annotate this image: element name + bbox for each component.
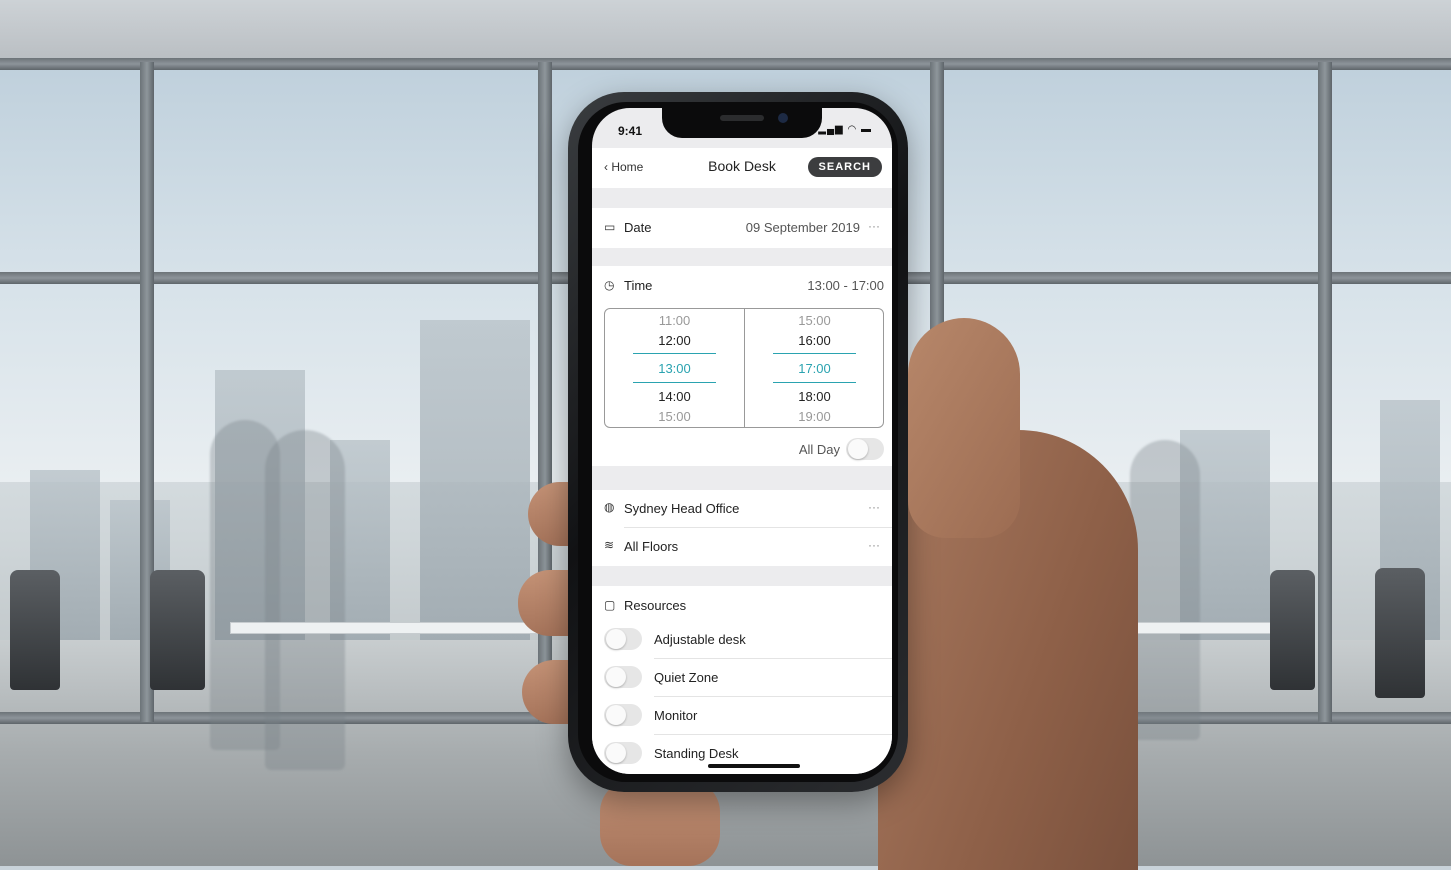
standing-desk-toggle[interactable] [604,742,642,764]
time-picker[interactable]: 11:00 12:00 13:00 14:00 15:00 15:00 16:0… [604,308,884,428]
picker-value[interactable]: 15:00 [745,313,884,328]
adjustable-desk-toggle[interactable] [604,628,642,650]
selection-line [633,353,716,354]
office-chair [1375,568,1425,698]
all-day-toggle[interactable] [846,438,884,460]
selection-line [773,382,856,383]
resources-section: ▢ Resources Adjustable desk Quiet Zone M… [592,586,892,774]
search-button[interactable]: SEARCH [807,157,882,177]
resource-label: Standing Desk [654,746,739,761]
ceiling [0,0,1451,62]
picker-value[interactable]: 11:00 [605,313,744,328]
end-time-column[interactable]: 15:00 16:00 17:00 18:00 19:00 [744,309,884,427]
time-value: 13:00 - 17:00 [807,278,884,293]
quiet-zone-toggle[interactable] [604,666,642,688]
resource-label: Quiet Zone [654,670,719,685]
picker-value[interactable]: 18:00 [745,389,884,404]
home-indicator [708,764,800,768]
resource-label: Adjustable desk [654,632,746,647]
office-chair [1270,570,1315,690]
selection-line [633,382,716,383]
more-icon[interactable]: ··· [868,538,880,552]
finger [600,780,720,866]
window-frame [1318,62,1332,722]
picker-value-selected[interactable]: 17:00 [745,361,884,376]
office-label: Sydney Head Office [624,501,740,516]
divider [624,527,892,528]
phone-screen: 9:41 ▂▄▆ ◠ ▬ ‹ Home Book Desk SEARCH ▭ D… [592,108,892,774]
selection-line [773,353,856,354]
picker-value[interactable]: 15:00 [605,409,744,424]
monitor-toggle[interactable] [604,704,642,726]
nav-bar: ‹ Home Book Desk SEARCH [592,148,892,188]
blurred-person [1130,440,1200,740]
blurred-person [265,430,345,770]
picker-value-selected[interactable]: 13:00 [605,361,744,376]
all-day-row: All Day [592,434,892,466]
picker-value[interactable]: 16:00 [745,333,884,348]
cube-icon: ▢ [604,598,616,612]
calendar-icon: ▭ [604,220,616,234]
picker-value[interactable]: 19:00 [745,409,884,424]
clock-icon: ◷ [604,278,615,292]
office-chair [150,570,205,690]
office-desk [230,622,562,634]
office-chair [10,570,60,690]
location-section: ◍ Sydney Head Office ··· ≋ All Floors ··… [592,490,892,566]
time-label: Time [624,278,653,293]
picker-value[interactable]: 12:00 [605,333,744,348]
picker-value[interactable]: 14:00 [605,389,744,404]
camera [778,113,788,123]
start-time-column[interactable]: 11:00 12:00 13:00 14:00 15:00 [605,309,744,427]
more-icon[interactable]: ··· [868,500,880,514]
notch [662,108,822,138]
globe-icon: ◍ [604,500,615,514]
thumb [908,318,1020,538]
speaker [720,115,764,121]
resource-label: Monitor [654,708,698,723]
divider [654,696,892,697]
date-row[interactable]: ▭ Date 09 September 2019 ··· [592,208,892,248]
layers-icon: ≋ [604,538,615,552]
divider [654,734,892,735]
all-day-label: All Day [798,442,840,457]
more-icon[interactable]: ··· [868,219,880,233]
date-value: 09 September 2019 [745,220,860,235]
resources-label: Resources [624,598,687,613]
date-label: Date [624,220,652,235]
signal-wifi-battery-icon: ▂▄▆ ◠ ▬ [818,124,872,135]
status-time: 9:41 [618,124,643,138]
window-frame [0,58,1451,70]
divider [654,658,892,659]
floors-label: All Floors [624,539,679,554]
